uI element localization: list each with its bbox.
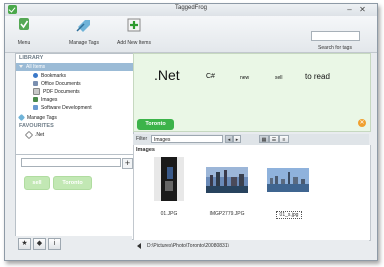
library-header: LIBRARY: [19, 55, 44, 61]
manage-tags-button[interactable]: Manage Tags: [67, 18, 101, 46]
checkmark-menu-icon: [19, 18, 29, 30]
cloud-tag-to-read[interactable]: to read: [305, 72, 330, 81]
add-items-label: Add New Items: [117, 40, 151, 46]
thumbnail-caption-01-s: 01_s.jpg: [276, 211, 302, 219]
photo-thumbnail-icon: [206, 167, 248, 193]
sidebar-item-bookmarks[interactable]: Bookmarks: [16, 72, 133, 80]
thumbnail-view-icon[interactable]: ▦: [259, 135, 269, 143]
tag-cloud: .Net C# new sell to read: [133, 53, 371, 118]
sidebar-item-images[interactable]: Images: [16, 96, 133, 104]
filter-label: Filter: [136, 136, 148, 142]
filter-right-icon[interactable]: ▸: [233, 135, 241, 143]
selected-tag-toronto[interactable]: Toronto: [137, 119, 174, 130]
thumbnail-01-jpg[interactable]: [154, 157, 184, 201]
code-icon: [33, 105, 38, 111]
all-items-label: All Items: [26, 64, 46, 70]
sidebar-footer: ★ ◆ i: [15, 236, 132, 251]
images-label: Images: [41, 97, 58, 103]
pdf-icon: [33, 88, 40, 96]
cloud-tag-net[interactable]: .Net: [154, 67, 180, 83]
tag-search-input[interactable]: [311, 31, 360, 41]
menu-button[interactable]: Menu: [13, 18, 35, 46]
path-bar: D:\Pictures\Photo\Toronto\20080831\: [133, 240, 369, 252]
details-view-icon[interactable]: ≡: [279, 135, 289, 143]
add-tag-button[interactable]: +: [122, 158, 133, 169]
favourites-header: FAVOURITES: [19, 123, 54, 129]
sidebar-item-manage-tags[interactable]: Manage Tags: [16, 114, 133, 122]
add-new-items-button[interactable]: Add New Items: [117, 18, 151, 46]
tag-button-toronto[interactable]: Toronto: [53, 176, 92, 190]
tag-icon[interactable]: ◆: [33, 238, 46, 250]
cloud-tag-new[interactable]: new: [240, 75, 249, 81]
image-icon: [33, 97, 38, 103]
favourite-net-label: .Net: [35, 132, 45, 138]
thumbnail-imgp2779-jpg[interactable]: [206, 167, 248, 193]
filter-left-icon[interactable]: ◂: [225, 135, 233, 143]
window-title: TaggedFrog: [174, 5, 208, 11]
photo-thumbnail-icon: [267, 168, 309, 192]
title-bar[interactable]: TaggedFrog – ✕: [5, 4, 377, 16]
close-icon[interactable]: ✕: [358, 5, 367, 14]
sidebar-item-pdf-documents[interactable]: PDF Documents: [16, 88, 133, 96]
manage-tags-sidebar-label: Manage Tags: [27, 115, 57, 121]
cloud-tag-csharp[interactable]: C#: [206, 73, 215, 80]
favourite-tag-icon: [24, 130, 34, 139]
manage-tags-label: Manage Tags: [69, 40, 99, 46]
list-view-icon[interactable]: ☰: [269, 135, 279, 143]
thumbnail-caption-01: 01.JPG: [160, 211, 178, 217]
minimize-icon[interactable]: –: [345, 5, 354, 14]
sidebar-item-all-items[interactable]: All Items: [16, 63, 133, 71]
app-window: TaggedFrog – ✕ Menu Manage Tags Add New …: [4, 3, 378, 261]
selected-tags-bar: Toronto ✕: [133, 116, 371, 132]
tag-input[interactable]: [21, 158, 121, 167]
toolbar: Menu Manage Tags Add New Items Search fo…: [5, 16, 377, 53]
pdf-documents-label: PDF Documents: [43, 89, 80, 95]
expand-arrow-icon: [19, 65, 23, 69]
tag-button-sell[interactable]: sell: [24, 176, 50, 190]
menu-label: Menu: [17, 40, 31, 46]
tag-icon: [17, 114, 26, 122]
tag-panel: + sell Toronto: [15, 154, 134, 240]
tag-edit-icon: [76, 20, 90, 32]
photo-thumbnail-icon: [154, 157, 184, 201]
document-icon: [33, 81, 38, 87]
cloud-tag-sell[interactable]: sell: [275, 75, 283, 81]
star-icon[interactable]: ★: [18, 238, 31, 250]
thumbnail-caption-imgp2779: IMGP2779.JPG: [209, 211, 245, 217]
software-development-label: Software Development: [41, 105, 92, 111]
search-label: Search for tags: [318, 45, 352, 51]
filter-dropdown[interactable]: Images: [151, 135, 223, 143]
current-path: D:\Pictures\Photo\Toronto\20080831\: [147, 243, 229, 249]
back-arrow-icon[interactable]: [137, 243, 141, 249]
clear-selection-icon[interactable]: ✕: [358, 119, 366, 127]
content-section-header: Images: [136, 147, 155, 153]
file-browser: Images 01.JPG IMGP2779.JPG 01_s.jpg: [133, 145, 371, 241]
thumbnail-01-s-jpg[interactable]: [267, 168, 309, 192]
sidebar-item-office-documents[interactable]: Office Documents: [16, 80, 133, 88]
sidebar-item-software-development[interactable]: Software Development: [16, 104, 133, 112]
bookmarks-label: Bookmarks: [41, 73, 67, 79]
globe-icon: [33, 73, 38, 79]
office-documents-label: Office Documents: [41, 81, 81, 87]
add-item-icon: [127, 18, 141, 32]
info-icon[interactable]: i: [48, 238, 61, 250]
sidebar-item-favourite-net[interactable]: .Net: [16, 130, 133, 139]
